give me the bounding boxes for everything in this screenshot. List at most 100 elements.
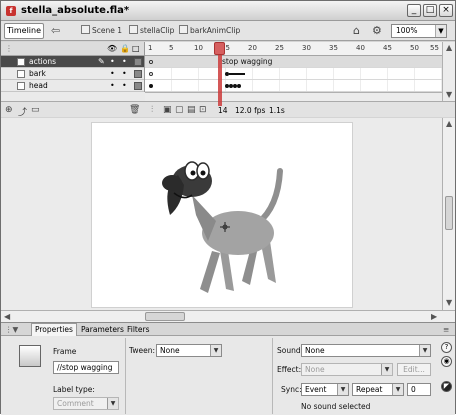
center-frame-icon[interactable]: ⫶: [151, 105, 153, 115]
ruler-tick: 5: [169, 44, 174, 52]
lock-dot-icon[interactable]: •: [122, 80, 127, 92]
visible-dot-icon[interactable]: •: [110, 80, 115, 92]
keyframe[interactable]: [149, 84, 153, 88]
frame-heading: Frame: [53, 347, 77, 356]
add-layer-icon[interactable]: ⊕: [5, 105, 13, 115]
tab-properties[interactable]: Properties: [31, 323, 77, 336]
timeline-status-bar: ⊕ ⤴ ▭ 🗑 ⫶ ▣ ▢ ▤ ⊡ 14 12.0 fps 1.1s: [1, 101, 455, 118]
edit-scene-icon[interactable]: ⌂: [353, 24, 367, 38]
scroll-up-icon[interactable]: ▲: [446, 119, 452, 128]
frame-ruler[interactable]: 1 5 10 15 20 25 30 35 40 45 50 55: [145, 42, 443, 56]
sound-select[interactable]: None ▼: [301, 344, 431, 357]
modify-markers-icon[interactable]: ⊡: [199, 105, 207, 115]
visible-dot-icon[interactable]: •: [110, 56, 115, 68]
grip-icon[interactable]: ⋮▼: [5, 325, 18, 334]
frame-row-head[interactable]: [145, 80, 443, 92]
repeat-select[interactable]: Repeat ▼: [352, 383, 404, 396]
breadcrumb-stellaclip[interactable]: stellaClip: [129, 25, 174, 35]
collapse-icon[interactable]: ◤: [441, 381, 452, 392]
minimize-button[interactable]: _: [407, 4, 421, 17]
timeline-hscroll[interactable]: [145, 92, 443, 101]
edit-bar: Timeline ⇦ Scene 1 stellaClip barkAnimCl…: [1, 21, 455, 41]
lock-dot-icon[interactable]: •: [122, 56, 127, 68]
stage[interactable]: [91, 122, 353, 308]
timeline-vscroll[interactable]: ▲ ▼: [442, 42, 455, 101]
onion-skin-icon[interactable]: ▣: [163, 105, 172, 115]
chevron-down-icon: ▼: [419, 345, 430, 356]
timeline-toggle-button[interactable]: Timeline: [4, 23, 44, 39]
scroll-down-icon[interactable]: ▼: [446, 298, 452, 307]
add-folder-icon[interactable]: ▭: [31, 105, 40, 115]
movieclip-icon: [129, 25, 138, 34]
label-type-select[interactable]: Comment ▼: [53, 397, 119, 410]
frame-row-actions[interactable]: [145, 56, 443, 68]
effect-label: Effect:: [277, 365, 302, 374]
scroll-thumb[interactable]: [145, 312, 185, 321]
repeat-count-input[interactable]: 0: [407, 383, 431, 396]
outline-color-icon[interactable]: [134, 58, 142, 66]
breadcrumb-barkanimclip[interactable]: barkAnimClip: [179, 25, 240, 35]
zoom-select[interactable]: 100% ▼: [391, 24, 447, 38]
tab-filters[interactable]: Filters: [127, 325, 149, 334]
trash-icon[interactable]: 🗑: [129, 105, 140, 115]
chevron-down-icon: ▼: [210, 345, 221, 356]
visible-dot-icon[interactable]: •: [110, 68, 115, 80]
tween-select[interactable]: None ▼: [156, 344, 222, 357]
scroll-left-icon[interactable]: ◀: [4, 312, 10, 321]
outline-color-icon[interactable]: [134, 82, 142, 90]
chevron-down-icon: ▼: [435, 25, 446, 37]
eye-icon[interactable]: 👁: [107, 44, 117, 53]
close-button[interactable]: ×: [439, 4, 453, 17]
ruler-tick: 30: [302, 44, 311, 52]
help-icon[interactable]: ?: [441, 342, 452, 353]
back-arrow-icon[interactable]: ⇦: [51, 24, 60, 37]
stage-hscroll[interactable]: ◀ ▶: [1, 310, 455, 322]
scroll-down-icon[interactable]: ▼: [446, 90, 452, 99]
sync-label: Sync:: [281, 385, 302, 394]
breadcrumb-scene[interactable]: Scene 1: [81, 25, 122, 35]
flash-window: f stella_absolute.fla* _ □ × Timeline ⇦ …: [0, 0, 456, 415]
layer-header: ⋮ 👁 🔒 □: [1, 42, 144, 56]
frames-grid[interactable]: 1 5 10 15 20 25 30 35 40 45 50 55: [144, 42, 443, 101]
stage-pasteboard[interactable]: [1, 118, 442, 310]
effect-select[interactable]: None ▼: [301, 363, 393, 376]
outline-icon[interactable]: □: [132, 44, 140, 53]
keyframe-empty[interactable]: [149, 60, 153, 64]
ruler-tick: 40: [356, 44, 365, 52]
edit-envelope-button[interactable]: Edit...: [397, 363, 431, 376]
frame-name-input[interactable]: //stop wagging: [53, 361, 119, 374]
stage-vscroll[interactable]: ▲ ▼: [442, 118, 455, 310]
outline-color-icon[interactable]: [134, 70, 142, 78]
maximize-button[interactable]: □: [423, 4, 437, 17]
layer-row-actions[interactable]: actions ✎ • •: [1, 56, 144, 68]
scroll-up-icon[interactable]: ▲: [446, 43, 452, 52]
layer-row-head[interactable]: head • •: [1, 80, 144, 92]
keyframe[interactable]: [237, 84, 241, 88]
add-motion-guide-icon[interactable]: ⤴: [18, 105, 27, 118]
frame-rate: 12.0 fps: [235, 106, 266, 115]
divider: [125, 338, 126, 414]
sound-label: Sound:: [277, 346, 304, 355]
keyframe-empty[interactable]: [149, 72, 153, 76]
edit-multiple-icon[interactable]: ▤: [187, 105, 196, 115]
playhead-handle[interactable]: [214, 42, 225, 55]
tween-label: Tween:: [129, 346, 155, 355]
tween-arrow: [229, 73, 245, 75]
ruler-tick: 45: [383, 44, 392, 52]
dog-illustration[interactable]: [92, 123, 354, 309]
tab-parameters[interactable]: Parameters: [81, 325, 124, 334]
lock-dot-icon[interactable]: •: [122, 68, 127, 80]
onion-outline-icon[interactable]: ▢: [175, 105, 184, 115]
lock-icon[interactable]: 🔒: [120, 44, 130, 53]
properties-help-icon[interactable]: ◉: [441, 356, 452, 367]
grip-icon: ⋮: [5, 44, 13, 53]
sync-select[interactable]: Event ▼: [301, 383, 349, 396]
layer-name: head: [29, 81, 48, 90]
panel-menu-icon[interactable]: ≡: [443, 325, 449, 334]
flash-file-icon: f: [6, 6, 16, 16]
edit-symbols-icon[interactable]: ⚙: [372, 24, 386, 38]
layer-row-bark[interactable]: bark • •: [1, 68, 144, 80]
frame-row-bark[interactable]: [145, 68, 443, 80]
scroll-right-icon[interactable]: ▶: [431, 312, 437, 321]
scroll-thumb[interactable]: [445, 196, 453, 230]
